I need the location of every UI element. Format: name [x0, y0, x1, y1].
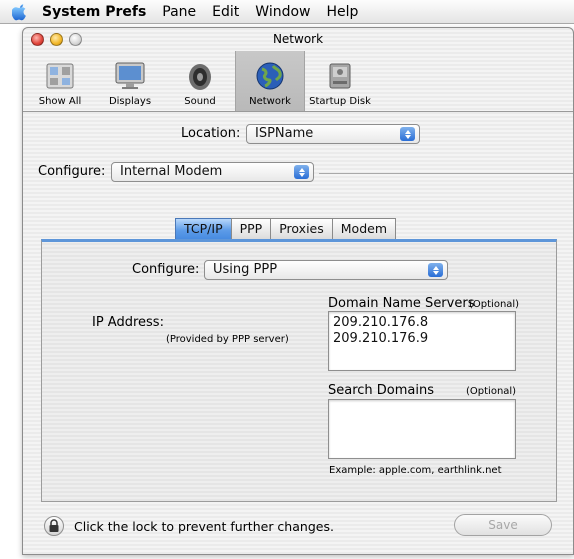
tcpip-configure-popup[interactable]: Using PPP [204, 260, 448, 280]
tab-tcpip[interactable]: TCP/IP [175, 218, 232, 240]
toolbar-show-all[interactable]: Show All [25, 51, 95, 111]
toolbar-network-label: Network [249, 96, 291, 107]
tab-ppp[interactable]: PPP [230, 218, 272, 240]
dns-label: Domain Name Servers [328, 296, 475, 311]
toolbar-sound-label: Sound [184, 96, 216, 107]
configure-interface-label: Configure: [38, 164, 106, 179]
lock-icon [49, 519, 59, 532]
search-domains-label: Search Domains [328, 383, 435, 398]
show-all-icon [46, 63, 74, 89]
tab-proxies[interactable]: Proxies [270, 218, 333, 240]
displays-icon [115, 62, 145, 89]
popup-arrows-icon [428, 263, 443, 277]
toolbar-displays-label: Displays [108, 96, 152, 107]
tcpip-panel: Configure: Using PPP IP Address: (Provid… [41, 239, 557, 502]
tab-modem[interactable]: Modem [331, 218, 396, 240]
dns-servers-field[interactable]: 209.210.176.8 209.210.176.9 [328, 311, 516, 371]
network-icon [256, 62, 284, 90]
dns-server-2: 209.210.176.9 [333, 331, 429, 346]
tab-bar: TCP/IP PPP Proxies Modem [175, 218, 396, 240]
toolbar: Show All Displays Sound Network Startup … [23, 50, 573, 112]
sound-icon [189, 64, 211, 90]
lock-status-text: Click the lock to prevent further change… [74, 519, 334, 534]
separator-line [319, 173, 573, 174]
tcpip-configure-label: Configure: [132, 262, 200, 277]
location-label: Location: [181, 126, 241, 141]
window-title: Network [272, 32, 324, 46]
apple-menu-icon[interactable] [10, 3, 30, 21]
title-bar[interactable]: Network [23, 28, 573, 50]
toolbar-displays[interactable]: Displays [95, 51, 165, 111]
startup-disk-icon [329, 63, 351, 89]
popup-arrows-icon [294, 165, 309, 179]
configure-interface-popup[interactable]: Internal Modem [111, 162, 314, 182]
search-domains-example: Example: apple.com, earthlink.net [329, 465, 502, 476]
dns-optional-label: (Optional) [469, 299, 520, 310]
menu-pane[interactable]: Pane [162, 4, 196, 20]
save-button[interactable]: Save [454, 514, 552, 536]
toolbar-startup-disk-label: Startup Disk [309, 96, 371, 107]
location-popup[interactable]: ISPName [246, 124, 420, 144]
toolbar-network[interactable]: Network [235, 51, 305, 111]
toolbar-sound[interactable]: Sound [165, 51, 235, 111]
search-domains-field[interactable] [328, 399, 516, 459]
search-domains-optional-label: (Optional) [466, 386, 517, 397]
network-window: Network Show All Displays Sound Network … [22, 27, 574, 555]
toolbar-show-all-label: Show All [38, 96, 82, 107]
menu-help[interactable]: Help [327, 4, 359, 20]
dns-server-1: 209.210.176.8 [333, 315, 429, 330]
minimize-button[interactable] [50, 33, 63, 46]
toolbar-startup-disk[interactable]: Startup Disk [305, 51, 375, 111]
ip-address-label: IP Address: [92, 315, 164, 330]
popup-arrows-icon [400, 127, 415, 141]
lock-button[interactable] [44, 516, 64, 536]
menu-window[interactable]: Window [255, 4, 310, 20]
menu-system-prefs[interactable]: System Prefs [42, 4, 146, 20]
ip-address-note: (Provided by PPP server) [166, 334, 289, 345]
zoom-button[interactable] [69, 33, 82, 46]
location-value: ISPName [255, 126, 314, 141]
configure-interface-value: Internal Modem [120, 164, 223, 179]
close-button[interactable] [31, 33, 44, 46]
menu-bar: System Prefs Pane Edit Window Help [0, 0, 574, 24]
tcpip-configure-value: Using PPP [213, 262, 278, 277]
menu-edit[interactable]: Edit [212, 4, 239, 20]
